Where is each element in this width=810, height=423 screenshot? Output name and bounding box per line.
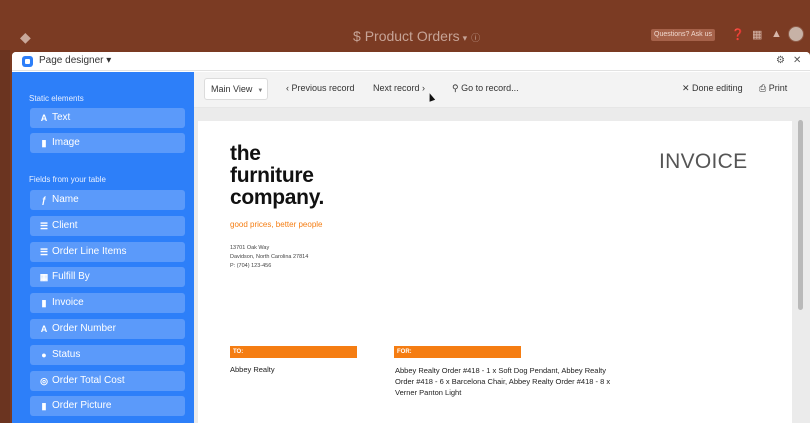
sidebar-item-label: Status	[52, 348, 81, 360]
invoice-title[interactable]: INVOICE	[659, 150, 747, 174]
field-type-icon: ▮	[41, 138, 47, 148]
close-icon: ✕	[682, 83, 693, 93]
sidebar-item-invoice[interactable]: ▮ Invoice	[30, 293, 185, 314]
help-button[interactable]: Questions? Ask us	[651, 29, 715, 41]
help-circle-icon[interactable]: ❓	[731, 28, 745, 41]
field-type-icon: ▮	[41, 401, 47, 412]
field-type-icon: ☰	[39, 246, 49, 257]
next-record-button[interactable]: Next record ›	[373, 83, 425, 93]
sidebar-item-label: Order Picture	[52, 400, 112, 412]
search-icon: ⚲	[452, 83, 462, 93]
sidebar-item-image[interactable]: ▮ Image	[30, 133, 185, 153]
app-logo-icon[interactable]: ◆	[20, 29, 31, 46]
canvas-scrollbar[interactable]	[797, 110, 804, 310]
field-type-icon: ◎	[40, 375, 48, 386]
base-title[interactable]: $ Product Orders ▾ ⓘ	[353, 28, 480, 44]
client-field[interactable]: Abbey Realty	[230, 365, 275, 374]
brand-line: the	[230, 142, 261, 165]
order-line-items-field[interactable]: Abbey Realty Order #418 - 1 x Soft Dog P…	[395, 365, 620, 398]
brand-line: furniture	[230, 164, 314, 187]
field-type-icon: ●	[41, 349, 47, 360]
next-record-label: Next record	[373, 83, 420, 93]
sidebar-item-label: Name	[52, 194, 79, 205]
address-line[interactable]: Davidson, North Carolina 27814	[230, 254, 308, 260]
previous-record-label: Previous record	[291, 83, 355, 93]
designer-toolbar: Main View ▼ ‹ Previous record Next record…	[194, 72, 810, 108]
sidebar-item-order-picture[interactable]: ▮ Order Picture	[30, 396, 185, 417]
to-header[interactable]: TO:	[230, 346, 357, 358]
background-panel	[0, 50, 10, 423]
notifications-icon[interactable]: ▲	[771, 28, 782, 40]
chevron-down-icon: ▼	[257, 88, 264, 94]
sidebar-item-status[interactable]: ● Status	[30, 344, 185, 365]
company-logo-text[interactable]: the furniture company.	[230, 143, 324, 209]
sidebar-item-label: Order Line Items	[52, 245, 127, 257]
modal-header: Page designer ▾ ⚙ ✕	[12, 52, 810, 71]
page-designer-icon	[22, 56, 33, 67]
sidebar-item-order-number[interactable]: A Order Number	[30, 319, 185, 339]
field-type-icon: A	[40, 113, 48, 123]
phone-line[interactable]: P: (704) 123-456	[230, 263, 271, 269]
field-type-icon: ƒ	[41, 195, 47, 205]
field-type-icon: A	[40, 324, 48, 334]
sidebar-item-order-total-cost[interactable]: ◎ Order Total Cost	[30, 370, 185, 391]
sidebar-item-label: Order Number	[52, 323, 116, 334]
sidebar-heading-fields: Fields from your table	[29, 175, 106, 184]
field-type-icon: ▮	[41, 298, 47, 309]
company-tagline[interactable]: good prices, better people	[230, 220, 323, 229]
previous-record-button[interactable]: ‹ Previous record	[286, 83, 355, 93]
app-header: ◆ $ Product Orders ▾ ⓘ Questions? Ask us ❓…	[0, 0, 810, 50]
printer-icon: ⎙	[759, 83, 769, 93]
print-label: Print	[768, 83, 788, 93]
done-editing-button[interactable]: ✕ Done editing	[682, 83, 743, 94]
sidebar-item-label: Client	[52, 219, 78, 231]
close-icon[interactable]: ✕	[793, 55, 801, 66]
sidebar-item-label: Fulfill By	[52, 271, 90, 283]
user-avatar[interactable]	[788, 26, 804, 42]
sidebar-item-client[interactable]: ☰ Client	[30, 215, 185, 236]
sidebar-item-label: Order Total Cost	[52, 374, 125, 386]
view-select[interactable]: Main View ▼	[204, 78, 268, 100]
sidebar-item-name[interactable]: ƒ Name	[30, 190, 185, 210]
for-header[interactable]: FOR:	[394, 346, 521, 358]
sidebar-item-label: Invoice	[52, 297, 84, 309]
info-icon[interactable]: ⓘ	[471, 33, 480, 43]
sidebar-heading-static: Static elements	[29, 94, 84, 103]
sidebar-item-label: Text	[52, 112, 71, 123]
brand-line: company.	[230, 186, 325, 209]
field-type-icon: ▦	[39, 272, 49, 283]
sidebar-item-label: Image	[52, 137, 80, 148]
field-type-icon: ☰	[39, 220, 49, 231]
page-designer-menu[interactable]: Page designer ▾	[39, 55, 111, 66]
done-editing-label: Done editing	[692, 83, 743, 93]
sidebar-item-text[interactable]: A Text	[30, 108, 185, 128]
chevron-right-icon: ›	[419, 83, 426, 93]
base-title-text: Product Orders	[364, 28, 460, 44]
sidebar-item-order-line-items[interactable]: ☰ Order Line Items	[30, 241, 185, 262]
address-line[interactable]: 13701 Oak Way	[230, 245, 269, 251]
print-button[interactable]: ⎙ Print	[759, 83, 787, 94]
view-select-label: Main View	[211, 84, 253, 94]
go-to-record-button[interactable]: ⚲ Go to record...	[452, 83, 519, 94]
base-icon: $	[353, 28, 365, 44]
scrollbar-thumb[interactable]	[798, 120, 803, 310]
chevron-down-icon: ▾	[462, 33, 468, 43]
apps-icon[interactable]: ▦	[752, 28, 762, 41]
sidebar-item-fulfill-by[interactable]: ▦ Fulfill By	[30, 267, 185, 288]
gear-icon[interactable]: ⚙	[776, 55, 785, 66]
go-to-record-label: Go to record...	[461, 83, 519, 93]
